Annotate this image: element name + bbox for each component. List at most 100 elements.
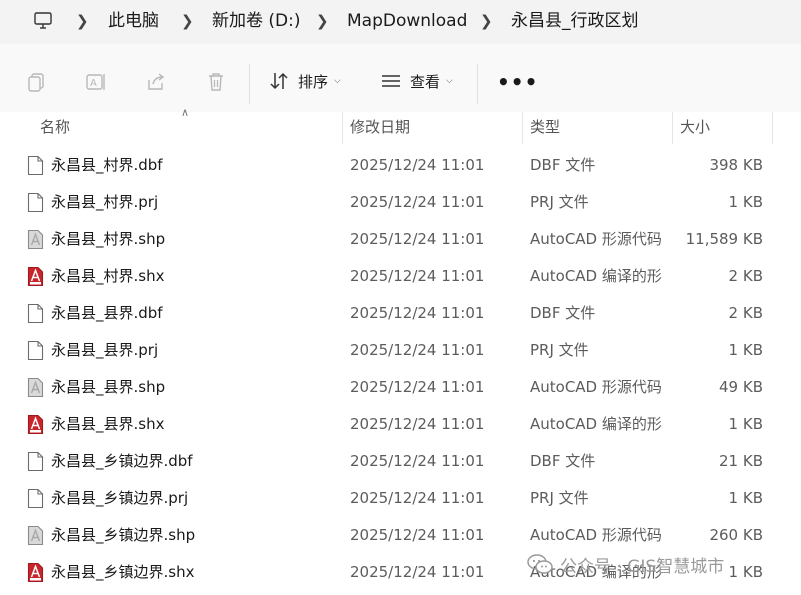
file-type: AutoCAD 形源代码 — [530, 230, 662, 248]
file-row[interactable]: 永昌县_乡镇边界.prj 2025/12/24 11:01 PRJ 文件 1 KB — [0, 480, 801, 517]
file-name[interactable]: 永昌县_县界.shp — [51, 369, 165, 406]
file-row[interactable]: 永昌县_乡镇边界.dbf 2025/12/24 11:01 DBF 文件 21 KB — [0, 443, 801, 480]
file-row[interactable]: 永昌县_县界.shx 2025/12/24 11:01 AutoCAD 编译的形 1 … — [0, 406, 801, 443]
blank-file-icon — [27, 192, 44, 213]
chevron-down-icon: ⌵ — [334, 76, 341, 86]
file-name[interactable]: 永昌县_村界.dbf — [51, 147, 163, 184]
view-label: 查看 — [410, 72, 441, 91]
sort-label: 排序 — [298, 72, 329, 91]
blank-file-icon — [27, 155, 44, 176]
watermark-text: 公众号 · GIS智慧城市 — [560, 556, 725, 577]
file-name[interactable]: 永昌县_乡镇边界.shx — [51, 554, 194, 591]
column-header-type[interactable]: 类型 — [530, 112, 560, 142]
file-size: 1 KB — [728, 193, 763, 211]
file-row[interactable]: 永昌县_县界.prj 2025/12/24 11:01 PRJ 文件 1 KB — [0, 332, 801, 369]
blank-file-icon — [27, 451, 44, 472]
breadcrumb-chevron-icon[interactable]: ❯ — [480, 9, 493, 33]
file-date-modified: 2025/12/24 11:01 — [350, 526, 485, 544]
file-date-modified: 2025/12/24 11:01 — [350, 415, 485, 433]
shx-file-icon — [27, 414, 44, 435]
file-row[interactable]: 永昌县_村界.prj 2025/12/24 11:01 PRJ 文件 1 KB — [0, 184, 801, 221]
breadcrumb-chevron-icon[interactable]: ❯ — [181, 9, 194, 33]
chevron-down-icon: ⌵ — [446, 76, 453, 86]
file-type: DBF 文件 — [530, 156, 596, 174]
file-type: DBF 文件 — [530, 452, 596, 470]
file-size: 1 KB — [728, 489, 763, 507]
toolbar-divider — [477, 64, 478, 104]
file-name[interactable]: 永昌县_村界.shx — [51, 258, 164, 295]
shp-file-icon — [27, 377, 44, 398]
breadcrumb-this-pc[interactable]: 此电脑 — [108, 9, 159, 33]
more-options-button[interactable]: ••• — [497, 70, 538, 94]
column-header-name[interactable]: 名称 — [40, 112, 70, 142]
file-row[interactable]: 永昌县_村界.shx 2025/12/24 11:01 AutoCAD 编译的形 2 … — [0, 258, 801, 295]
file-type: AutoCAD 编译的形 — [530, 267, 662, 285]
breadcrumb-drive-d[interactable]: 新加卷 (D:) — [212, 9, 301, 33]
blank-file-icon — [27, 340, 44, 361]
file-row[interactable]: 永昌县_村界.dbf 2025/12/24 11:01 DBF 文件 398 KB — [0, 147, 801, 184]
file-name[interactable]: 永昌县_县界.prj — [51, 332, 158, 369]
file-date-modified: 2025/12/24 11:01 — [350, 193, 485, 211]
file-name[interactable]: 永昌县_县界.dbf — [51, 295, 163, 332]
file-name[interactable]: 永昌县_村界.prj — [51, 184, 158, 221]
breadcrumb-mapdownload[interactable]: MapDownload — [347, 9, 467, 33]
file-date-modified: 2025/12/24 11:01 — [350, 452, 485, 470]
this-pc-icon[interactable] — [33, 11, 53, 31]
svg-text:A: A — [90, 78, 97, 89]
address-bar[interactable]: ❯ 此电脑 ❯ 新加卷 (D:) ❯ MapDownload ❯ 永昌县_行政区… — [0, 0, 801, 44]
file-name[interactable]: 永昌县_乡镇边界.dbf — [51, 443, 193, 480]
sort-ascending-icon: ∧ — [181, 106, 190, 119]
column-divider[interactable] — [772, 112, 773, 144]
file-size: 1 KB — [728, 341, 763, 359]
shx-file-icon — [27, 562, 44, 583]
file-name[interactable]: 永昌县_村界.shp — [51, 221, 165, 258]
file-type: PRJ 文件 — [530, 341, 589, 359]
file-date-modified: 2025/12/24 11:01 — [350, 341, 485, 359]
file-size: 2 KB — [728, 267, 763, 285]
file-date-modified: 2025/12/24 11:01 — [350, 156, 485, 174]
share-icon[interactable] — [145, 71, 167, 93]
file-row[interactable]: 永昌县_村界.shp 2025/12/24 11:01 AutoCAD 形源代码 11… — [0, 221, 801, 258]
file-type: DBF 文件 — [530, 304, 596, 322]
wechat-icon — [527, 554, 553, 574]
file-date-modified: 2025/12/24 11:01 — [350, 267, 485, 285]
column-divider[interactable] — [672, 112, 673, 144]
file-size: 1 KB — [728, 563, 763, 581]
column-divider[interactable] — [342, 112, 343, 144]
file-name[interactable]: 永昌县_县界.shx — [51, 406, 164, 443]
file-row[interactable]: 永昌县_县界.dbf 2025/12/24 11:01 DBF 文件 2 KB — [0, 295, 801, 332]
file-type: AutoCAD 编译的形 — [530, 415, 662, 433]
file-name[interactable]: 永昌县_乡镇边界.shp — [51, 517, 195, 554]
file-size: 2 KB — [728, 304, 763, 322]
breadcrumb-chevron-icon[interactable]: ❯ — [76, 9, 89, 33]
delete-icon[interactable] — [205, 71, 227, 93]
breadcrumb-chevron-icon[interactable]: ❯ — [316, 9, 329, 33]
file-size: 11,589 KB — [685, 230, 763, 248]
view-button[interactable]: 查看 ⌵ — [380, 69, 453, 93]
shp-file-icon — [27, 229, 44, 250]
blank-file-icon — [27, 303, 44, 324]
file-size: 21 KB — [719, 452, 763, 470]
file-size: 398 KB — [709, 156, 763, 174]
file-date-modified: 2025/12/24 11:01 — [350, 489, 485, 507]
file-date-modified: 2025/12/24 11:01 — [350, 304, 485, 322]
file-date-modified: 2025/12/24 11:01 — [350, 230, 485, 248]
column-header-size[interactable]: 大小 — [680, 112, 710, 142]
file-size: 1 KB — [728, 415, 763, 433]
file-size: 49 KB — [719, 378, 763, 396]
blank-file-icon — [27, 488, 44, 509]
file-name[interactable]: 永昌县_乡镇边界.prj — [51, 480, 188, 517]
rename-icon[interactable]: A — [85, 71, 107, 93]
view-list-icon — [382, 75, 400, 87]
toolbar-divider — [249, 64, 250, 104]
file-row[interactable]: 永昌县_县界.shp 2025/12/24 11:01 AutoCAD 形源代码 49… — [0, 369, 801, 406]
breadcrumb-current-folder[interactable]: 永昌县_行政区划 — [511, 9, 639, 33]
file-type: PRJ 文件 — [530, 193, 589, 211]
shx-file-icon — [27, 266, 44, 287]
sort-button[interactable]: 排序 ⌵ — [268, 69, 341, 93]
watermark: 公众号 · GIS智慧城市 — [526, 549, 724, 579]
column-divider[interactable] — [522, 112, 523, 144]
file-type: PRJ 文件 — [530, 489, 589, 507]
copy-icon[interactable] — [26, 71, 48, 93]
column-header-date[interactable]: 修改日期 — [350, 112, 410, 142]
